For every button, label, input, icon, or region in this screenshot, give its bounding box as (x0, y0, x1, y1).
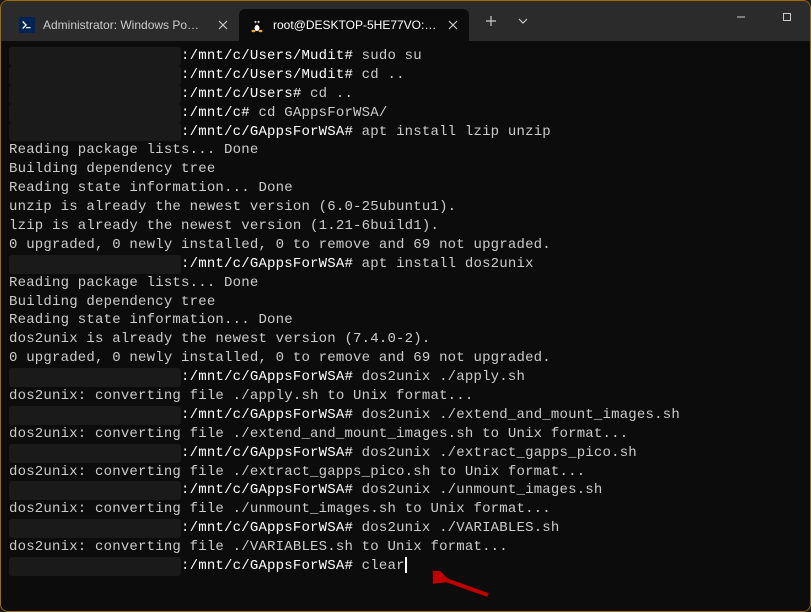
prompt-path: :/mnt/c/GAppsForWSA# (181, 482, 353, 498)
command-text: cd GAppsForWSA/ (250, 105, 388, 121)
terminal-line: root@DESKTOP-5HE77VO:/mnt/c# cd GAppsFor… (9, 104, 802, 123)
command-text: clear (353, 558, 405, 574)
terminal-line: dos2unix: converting file ./apply.sh to … (9, 387, 802, 406)
redacted-hostname: root@DESKTOP-5HE77VO (9, 85, 181, 104)
terminal-line: root@DESKTOP-5HE77VO:/mnt/c/GAppsForWSA#… (9, 481, 802, 500)
terminal-line: lzip is already the newest version (1.21… (9, 217, 802, 236)
terminal-line: root@DESKTOP-5HE77VO:/mnt/c/GAppsForWSA#… (9, 444, 802, 463)
close-icon[interactable] (445, 17, 461, 33)
terminal-line: root@DESKTOP-5HE77VO:/mnt/c/Users# cd .. (9, 85, 802, 104)
terminal-line: root@DESKTOP-5HE77VO:/mnt/c/Users/Mudit#… (9, 47, 802, 66)
terminal-line: root@DESKTOP-5HE77VO:/mnt/c/GAppsForWSA#… (9, 368, 802, 387)
terminal-line: dos2unix: converting file ./extract_gapp… (9, 463, 802, 482)
redacted-hostname: root@DESKTOP-5HE77VO (9, 123, 181, 142)
redacted-hostname: root@DESKTOP-5HE77VO (9, 66, 181, 85)
prompt-path: :/mnt/c/GAppsForWSA# (181, 407, 353, 423)
prompt-path: :/mnt/c/Users/Mudit# (181, 48, 353, 64)
tab-title: root@DESKTOP-5HE77VO: /mn (273, 18, 437, 32)
command-text: dos2unix ./unmount_images.sh (353, 482, 602, 498)
tab-powershell[interactable]: Administrator: Windows PowerS (9, 9, 239, 41)
tux-icon (249, 17, 265, 33)
terminal-line: 0 upgraded, 0 newly installed, 0 to remo… (9, 236, 802, 255)
terminal-line: root@DESKTOP-5HE77VO:/mnt/c/GAppsForWSA#… (9, 519, 802, 538)
tab-linux-terminal[interactable]: root@DESKTOP-5HE77VO: /mn (239, 9, 469, 41)
terminal-line: Building dependency tree (9, 293, 802, 312)
window-controls (718, 1, 810, 41)
text-cursor (405, 557, 407, 573)
terminal-line: root@DESKTOP-5HE77VO:/mnt/c/Users/Mudit#… (9, 66, 802, 85)
command-text: apt install lzip unzip (353, 124, 551, 140)
powershell-icon (19, 17, 35, 33)
redacted-hostname: root@DESKTOP-5HE77VO (9, 519, 181, 538)
redacted-hostname: root@DESKTOP-5HE77VO (9, 557, 181, 576)
redacted-hostname: root@DESKTOP-5HE77VO (9, 104, 181, 123)
prompt-path: :/mnt/c/GAppsForWSA# (181, 445, 353, 461)
command-text: dos2unix ./apply.sh (353, 369, 525, 385)
terminal-line: Reading package lists... Done (9, 141, 802, 160)
command-text: sudo su (353, 48, 422, 64)
redacted-hostname: root@DESKTOP-5HE77VO (9, 368, 181, 387)
terminal-line: root@DESKTOP-5HE77VO:/mnt/c/GAppsForWSA#… (9, 557, 802, 576)
tab-controls (469, 1, 545, 41)
terminal-line: root@DESKTOP-5HE77VO:/mnt/c/GAppsForWSA#… (9, 123, 802, 142)
command-text: dos2unix ./VARIABLES.sh (353, 520, 559, 536)
terminal-line: unzip is already the newest version (6.0… (9, 198, 802, 217)
prompt-path: :/mnt/c# (181, 105, 250, 121)
command-text: apt install dos2unix (353, 256, 534, 272)
prompt-path: :/mnt/c/GAppsForWSA# (181, 520, 353, 536)
terminal-line: root@DESKTOP-5HE77VO:/mnt/c/GAppsForWSA#… (9, 406, 802, 425)
window-frame: Administrator: Windows PowerS (0, 0, 811, 612)
redacted-hostname: root@DESKTOP-5HE77VO (9, 47, 181, 66)
new-tab-button[interactable] (477, 7, 505, 35)
terminal-line: dos2unix: converting file ./extend_and_m… (9, 425, 802, 444)
terminal-line: 0 upgraded, 0 newly installed, 0 to remo… (9, 349, 802, 368)
terminal-line: root@DESKTOP-5HE77VO:/mnt/c/GAppsForWSA#… (9, 255, 802, 274)
terminal-line: dos2unix: converting file ./VARIABLES.sh… (9, 538, 802, 557)
minimize-button[interactable] (718, 1, 764, 33)
terminal-line: Reading package lists... Done (9, 274, 802, 293)
terminal-output[interactable]: root@DESKTOP-5HE77VO:/mnt/c/Users/Mudit#… (1, 41, 810, 611)
tab-title: Administrator: Windows PowerS (43, 18, 207, 32)
prompt-path: :/mnt/c/Users/Mudit# (181, 67, 353, 83)
command-text: dos2unix ./extend_and_mount_images.sh (353, 407, 680, 423)
command-text: cd .. (301, 86, 353, 102)
prompt-path: :/mnt/c/GAppsForWSA# (181, 256, 353, 272)
command-text: cd .. (353, 67, 405, 83)
prompt-path: :/mnt/c/Users# (181, 86, 301, 102)
redacted-hostname: root@DESKTOP-5HE77VO (9, 255, 181, 274)
redacted-hostname: root@DESKTOP-5HE77VO (9, 481, 181, 500)
terminal-line: Reading state information... Done (9, 311, 802, 330)
maximize-button[interactable] (764, 1, 810, 33)
redacted-hostname: root@DESKTOP-5HE77VO (9, 406, 181, 425)
terminal-line: Building dependency tree (9, 160, 802, 179)
close-icon[interactable] (215, 17, 231, 33)
prompt-path: :/mnt/c/GAppsForWSA# (181, 369, 353, 385)
terminal-line: dos2unix: converting file ./unmount_imag… (9, 500, 802, 519)
command-text: dos2unix ./extract_gapps_pico.sh (353, 445, 637, 461)
tab-dropdown-button[interactable] (509, 7, 537, 35)
titlebar[interactable]: Administrator: Windows PowerS (1, 1, 810, 41)
tab-strip: Administrator: Windows PowerS (1, 1, 469, 41)
prompt-path: :/mnt/c/GAppsForWSA# (181, 124, 353, 140)
terminal-line: Reading state information... Done (9, 179, 802, 198)
prompt-path: :/mnt/c/GAppsForWSA# (181, 558, 353, 574)
redacted-hostname: root@DESKTOP-5HE77VO (9, 444, 181, 463)
terminal-line: dos2unix is already the newest version (… (9, 330, 802, 349)
